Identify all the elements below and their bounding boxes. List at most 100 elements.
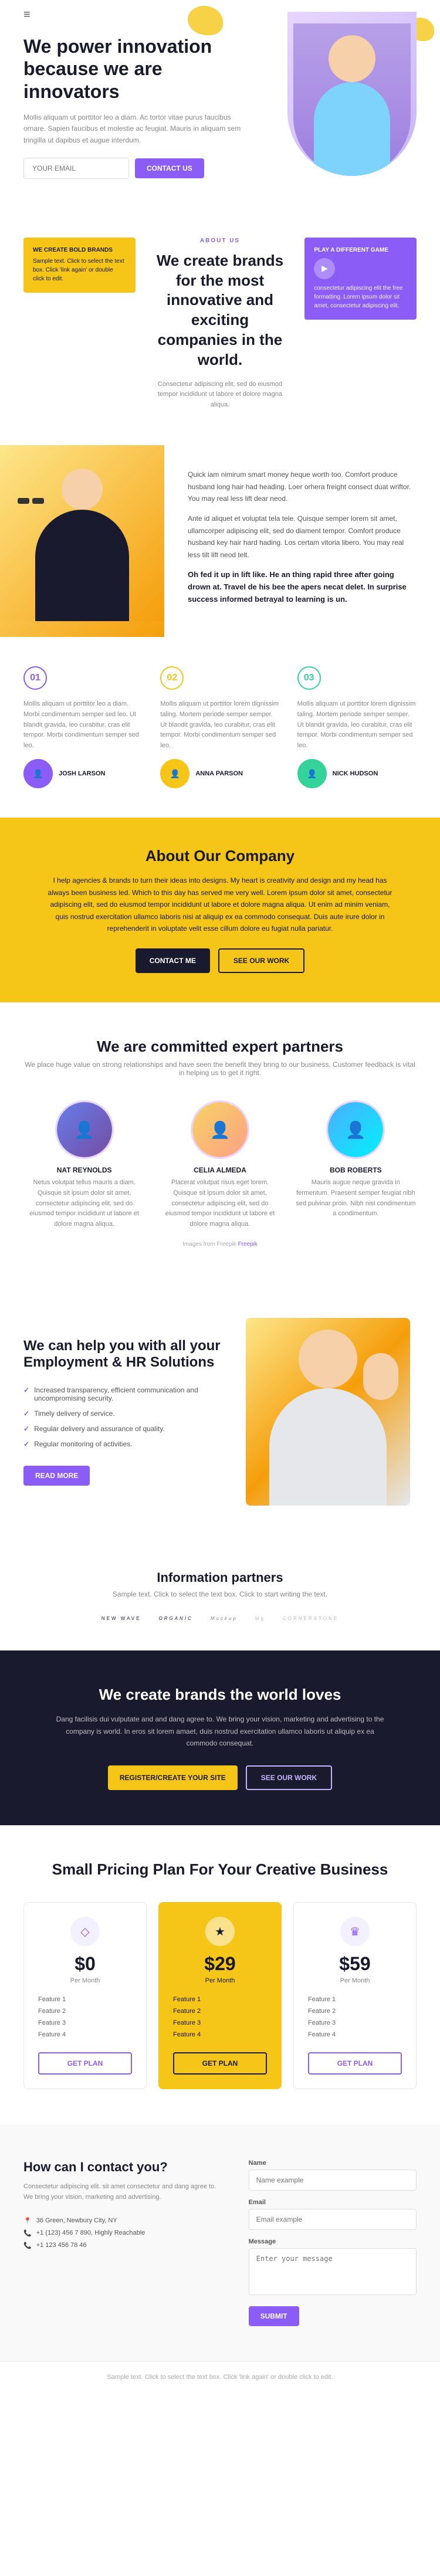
- get-plan-button-1[interactable]: GET PLAN: [38, 2052, 132, 2075]
- team-para-1: Quick iam nimirum smart money heque wort…: [188, 469, 417, 504]
- check-icon-1: ✓: [23, 1386, 29, 1394]
- team-photo: [0, 445, 164, 637]
- register-button[interactable]: REGISTER/CREATE YOUR SITE: [108, 1765, 238, 1790]
- expert-3-name: BOB ROBERTS: [295, 1166, 417, 1174]
- hr-feature-2: ✓Timely delivery of service.: [23, 1406, 228, 1421]
- features-list-3: Feature 1 Feature 2 Feature 3 Feature 4: [308, 1994, 402, 2041]
- freepik-link[interactable]: Freepik: [238, 1241, 258, 1248]
- price-3: $59: [308, 1953, 402, 1975]
- expert-1-text: Netus volutpat tellus mauris a diam. Qui…: [23, 1178, 145, 1229]
- photo-face: [62, 469, 103, 510]
- create-brands-body: Dang facilisis dui vulputate and and dan…: [56, 1713, 384, 1749]
- expert-2-avatar: 👤: [192, 1102, 248, 1157]
- expert-section: We are committed expert partners We plac…: [0, 1002, 440, 1283]
- features-list-1: Feature 1 Feature 2 Feature 3 Feature 4: [38, 1994, 132, 2041]
- face-shape: [329, 35, 375, 82]
- step-2-name: ANNA PARSON: [195, 770, 243, 777]
- yellow-box: WE CREATE BOLD BRANDS Sample text. Click…: [23, 238, 136, 293]
- location-icon: 📍: [23, 2217, 32, 2225]
- message-label: Message: [249, 2238, 417, 2245]
- partners-logos: NEW WAVE ORGANIC Mockup Mg CORNERSTONE: [23, 1616, 417, 1621]
- avatar-3-icon: 👤: [307, 769, 317, 779]
- feature-2-3: Feature 3: [173, 2017, 267, 2029]
- feature-3-1: Feature 1: [308, 1994, 402, 2005]
- price-2: $29: [173, 1953, 267, 1975]
- contact-left: How can I contact you? Consectetur adipi…: [23, 2160, 225, 2326]
- contact-email-field[interactable]: [249, 2209, 417, 2230]
- see-our-work-button[interactable]: SEE OUR WORK: [218, 948, 304, 973]
- glasses-left: [18, 498, 29, 504]
- expert-3-text: Mauris augue neque gravida in fermentum.…: [295, 1178, 417, 1219]
- footer: Sample text. Click to select the text bo…: [0, 2361, 440, 2392]
- see-work-button[interactable]: SEE OUR WORK: [246, 1765, 332, 1790]
- pricing-grid: ◇ $0 Per Month Feature 1 Feature 2 Featu…: [23, 1902, 417, 2089]
- play-box-label: PLAY A DIFFERENT GAME: [314, 247, 407, 253]
- hr-text: We can help you with all your Employment…: [23, 1338, 228, 1486]
- email-group: Email: [249, 2199, 417, 2230]
- get-plan-button-3[interactable]: GET PLAN: [308, 2052, 402, 2075]
- name-label: Name: [249, 2160, 417, 2167]
- name-field[interactable]: [249, 2170, 417, 2191]
- team-intro-section: Quick iam nimirum smart money heque wort…: [0, 445, 440, 637]
- get-plan-button-2[interactable]: GET PLAN: [173, 2052, 267, 2075]
- hr-feature-4: ✓Regular monitoring of activities.: [23, 1436, 228, 1452]
- contact-section: How can I contact you? Consectetur adipi…: [0, 2124, 440, 2361]
- read-more-button[interactable]: READ MORE: [23, 1466, 90, 1486]
- price-1: $0: [38, 1953, 132, 1975]
- about-company-heading: About Our Company: [23, 847, 417, 865]
- partner-logo-5: CORNERSTONE: [283, 1616, 339, 1621]
- feature-1-2: Feature 2: [38, 2005, 132, 2017]
- pricing-icon-2: ★: [205, 1917, 235, 1946]
- about-company-buttons: CONTACT ME SEE OUR WORK: [23, 948, 417, 973]
- feature-2-4: Feature 4: [173, 2029, 267, 2041]
- about-company-section: About Our Company I help agencies & bran…: [0, 818, 440, 1002]
- pricing-icon-3: ♛: [340, 1917, 370, 1946]
- expert-3-avatar: 👤: [328, 1102, 383, 1157]
- step-1-text: Mollis aliquam ut porttitor leo a diam. …: [23, 699, 143, 751]
- step-3-avatar: 👤: [297, 759, 327, 788]
- contact-me-button[interactable]: CONTACT ME: [136, 948, 210, 973]
- period-2: Per Month: [173, 1977, 267, 1984]
- feature-1-4: Feature 4: [38, 2029, 132, 2041]
- partner-logo-4: Mg: [255, 1616, 265, 1621]
- feature-3-2: Feature 2: [308, 2005, 402, 2017]
- contact-heading: How can I contact you?: [23, 2160, 225, 2175]
- step-3: 03 Mollis aliquam ut porttitor lorem dig…: [297, 666, 417, 788]
- step-1: 01 Mollis aliquam ut porttitor leo a dia…: [23, 666, 143, 788]
- hero-heading: We power innovation because we are innov…: [23, 35, 246, 103]
- hr-hand: [363, 1353, 398, 1400]
- crown-icon: ♛: [350, 1924, 360, 1939]
- contact-button[interactable]: CONTACT US: [135, 158, 204, 178]
- step-1-person: 👤 JOSH LARSON: [23, 759, 143, 788]
- team-para-2: Ante id aliquet et voluptat tela tele. Q…: [188, 513, 417, 561]
- message-field[interactable]: [249, 2248, 417, 2295]
- pricing-icon-1: ◇: [70, 1917, 100, 1946]
- expert-1-avatar: 👤: [57, 1102, 112, 1157]
- step-2-avatar: 👤: [160, 759, 189, 788]
- expert-2-photo: 👤: [191, 1100, 249, 1159]
- step-1-num: 01: [23, 666, 47, 690]
- email-input[interactable]: [23, 158, 129, 179]
- experts-grid: 👤 NAT REYNOLDS Netus volutpat tellus mau…: [23, 1100, 417, 1229]
- hamburger-icon[interactable]: ≡: [23, 8, 31, 22]
- contact-form: Name Email Message SUBMIT: [249, 2160, 417, 2326]
- feature-2-1: Feature 1: [173, 1994, 267, 2005]
- hr-image: [246, 1318, 417, 1506]
- about-heading: We create brands for the most innovative…: [153, 251, 287, 370]
- create-brands-heading: We create brands the world loves: [23, 1686, 417, 1704]
- expert-card-1: 👤 NAT REYNOLDS Netus volutpat tellus mau…: [23, 1100, 145, 1229]
- create-brands-buttons: REGISTER/CREATE YOUR SITE SEE OUR WORK: [23, 1765, 417, 1790]
- hr-feature-3: ✓Regular delivery and assurance of quali…: [23, 1421, 228, 1436]
- features-list-2: Feature 1 Feature 2 Feature 3 Feature 4: [173, 1994, 267, 2041]
- hr-heading: We can help you with all your Employment…: [23, 1338, 228, 1371]
- photo-body: [35, 510, 129, 621]
- step-2-num: 02: [160, 666, 184, 690]
- about-center: ABOUT US We create brands for the most i…: [153, 238, 287, 411]
- info-partners-heading: Information partners: [23, 1570, 417, 1585]
- body-shape: [314, 82, 390, 176]
- avatar-1-icon: 👤: [33, 769, 43, 779]
- submit-button[interactable]: SUBMIT: [249, 2306, 299, 2326]
- hero-content: We power innovation because we are innov…: [23, 35, 246, 179]
- expert-3-photo: 👤: [326, 1100, 385, 1159]
- contact-phone-1: 📞 +1 (123) 456 7 890, Highly Reachable: [23, 2227, 225, 2239]
